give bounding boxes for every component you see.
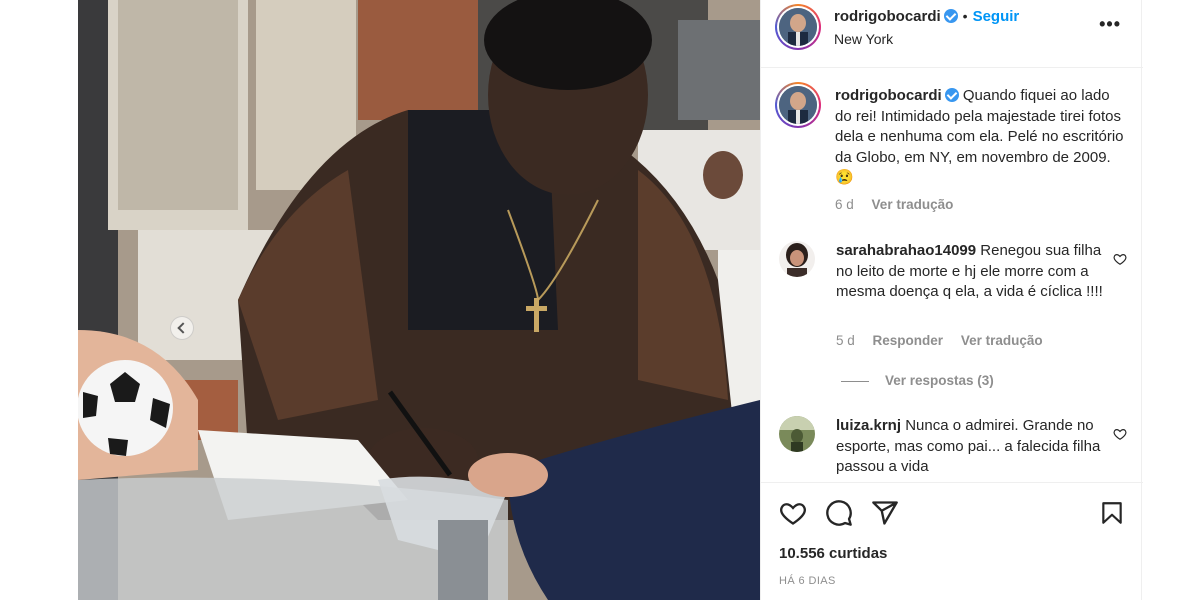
comment-translate-button[interactable]: Ver tradução (961, 333, 1043, 348)
comment-like-heart-icon[interactable] (1113, 427, 1127, 441)
post-header: rodrigobocardi • Seguir New York ••• (761, 0, 1143, 68)
comment-text-block: luiza.krnj Nunca o admirei. Grande no es… (836, 416, 1106, 478)
carousel-prev-icon[interactable] (170, 316, 194, 340)
more-options-icon[interactable]: ••• (1099, 14, 1121, 35)
view-replies-button[interactable]: Ver respostas (3) (841, 373, 994, 388)
comment-time[interactable]: 5 d (836, 333, 855, 348)
heart-icon[interactable] (779, 499, 807, 527)
commenter-avatar-image (779, 416, 815, 452)
posted-time[interactable]: HÁ 6 DIAS (779, 575, 836, 587)
separator-dot: • (962, 8, 968, 24)
comment-like-heart-icon[interactable] (1113, 252, 1127, 266)
author-avatar-image (779, 8, 817, 46)
caption-text-block: rodrigobocardi Quando fiquei ao lado do … (835, 86, 1125, 189)
post-location[interactable]: New York (834, 31, 893, 47)
commenter-avatar[interactable] (779, 241, 815, 277)
comment-reply-button[interactable]: Responder (873, 333, 944, 348)
caption-translate-button[interactable]: Ver tradução (872, 197, 954, 212)
share-icon[interactable] (871, 499, 899, 527)
comment-username[interactable]: sarahabrahao14099 (836, 242, 976, 259)
photo-illustration (78, 0, 760, 600)
caption-time[interactable]: 6 d (835, 197, 854, 212)
post-photo[interactable] (78, 0, 760, 600)
caption-avatar[interactable] (775, 82, 821, 128)
instagram-post-window: rodrigobocardi • Seguir New York ••• rod… (0, 0, 1200, 600)
replies-divider (841, 380, 869, 382)
commenter-avatar[interactable] (779, 416, 815, 452)
caption-avatar-image (779, 86, 817, 124)
post-actions-bar (761, 482, 1143, 542)
likes-count[interactable]: 10.556 curtidas (779, 545, 887, 562)
author-line: rodrigobocardi • Seguir (834, 8, 1019, 26)
comments-list[interactable]: rodrigobocardi Quando fiquei ao lado do … (761, 69, 1143, 482)
post-side-panel: rodrigobocardi • Seguir New York ••• rod… (760, 0, 1143, 600)
author-username[interactable]: rodrigobocardi (834, 8, 941, 25)
view-replies-label: Ver respostas (3) (885, 373, 994, 388)
comment-meta: 5 d Responder Ver tradução (836, 333, 1057, 348)
verified-badge-icon (944, 88, 959, 102)
caption-meta: 6 d Ver tradução (835, 197, 967, 212)
commenter-avatar-image (779, 241, 815, 277)
verified-badge-icon (943, 9, 958, 23)
comment-username[interactable]: luiza.krnj (836, 417, 901, 434)
comment-text-block: sarahabrahao14099 Renegou sua filha no l… (836, 241, 1106, 303)
caption-username[interactable]: rodrigobocardi (835, 87, 942, 104)
follow-button[interactable]: Seguir (973, 8, 1020, 25)
author-avatar[interactable] (775, 4, 821, 50)
bookmark-icon[interactable] (1099, 499, 1125, 527)
comment-icon[interactable] (825, 499, 853, 527)
